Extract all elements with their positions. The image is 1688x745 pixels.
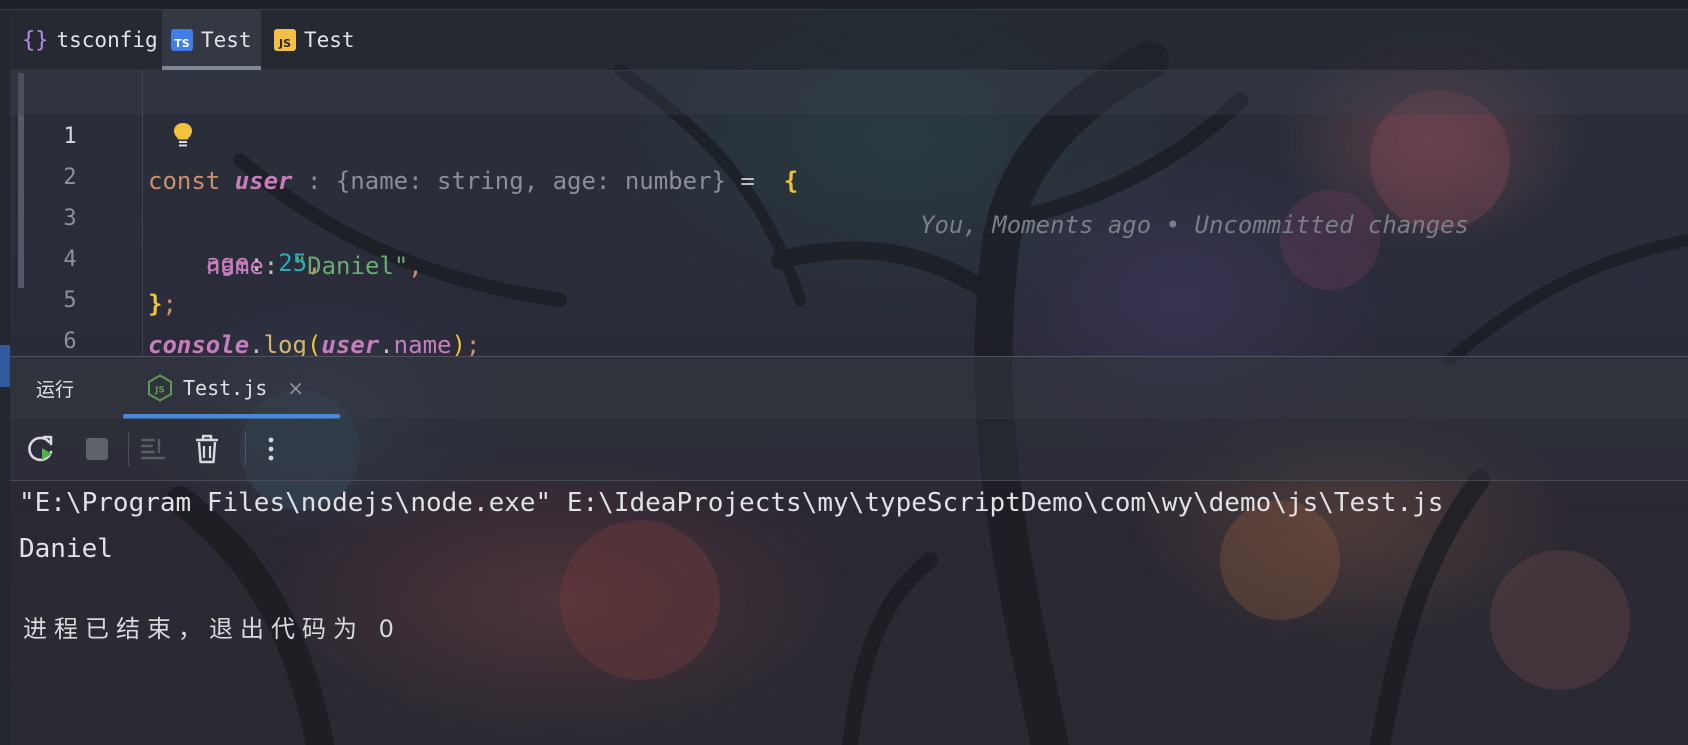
rerun-button[interactable] — [24, 432, 58, 466]
code-line-1[interactable]: 1 const user : {name: string, age: numbe… — [10, 71, 1688, 239]
tab-label: tsconfig — [56, 28, 158, 52]
svg-text:JS: JS — [154, 386, 165, 396]
restore-layout-button[interactable] — [136, 432, 170, 466]
nodejs-icon: JS — [148, 374, 172, 402]
run-toolbar — [10, 418, 1688, 481]
code-editor[interactable]: 1 const user : {name: string, age: numbe… — [10, 71, 1688, 356]
console-program-output: Daniel — [19, 534, 113, 564]
run-tab-label: Test.js — [183, 376, 268, 400]
code-line-3[interactable]: 3 age: 25, — [10, 153, 1688, 277]
console-output[interactable]: "E:\Program Files\nodejs\node.exe" E:\Id… — [10, 481, 1688, 745]
braces-icon: {} — [22, 27, 49, 53]
left-tool-strip — [0, 10, 10, 745]
tab-tsconfig[interactable]: {} tsconfig — [22, 10, 158, 70]
lightbulb-icon[interactable] — [170, 120, 196, 150]
stop-button[interactable] — [80, 432, 114, 466]
run-panel-header: 运行 JS Test.js × — [10, 356, 1688, 419]
close-icon[interactable]: × — [287, 376, 304, 400]
rerun-icon — [28, 435, 53, 462]
tab-label: Test — [304, 28, 355, 52]
window-top-border — [0, 0, 1688, 10]
console-command-line: "E:\Program Files\nodejs\node.exe" E:\Id… — [19, 488, 1444, 518]
code-line-2[interactable]: 2 name: "Daniel", — [10, 112, 1688, 280]
tab-label: Test — [201, 28, 252, 52]
js-file-icon: JS — [274, 29, 296, 51]
tab-test-ts[interactable]: TS Test — [162, 10, 261, 70]
tab-test-js[interactable]: JS Test — [274, 10, 355, 70]
ts-file-icon: TS — [171, 29, 193, 51]
trash-icon — [196, 434, 218, 464]
toolbar-separator — [128, 432, 129, 466]
editor-tab-bar: {} tsconfig TS Test JS Test — [10, 10, 1688, 71]
code-line-7[interactable]: 7 — [10, 317, 1688, 356]
clear-button[interactable] — [190, 432, 224, 466]
layout-icon — [140, 438, 166, 460]
toolbar-separator — [245, 432, 246, 466]
more-vertical-icon — [268, 437, 274, 461]
console-exit-message: 进程已结束，退出代码为 0 — [23, 615, 401, 643]
more-button[interactable] — [254, 432, 288, 466]
stop-icon — [86, 438, 108, 460]
left-strip-highlight — [0, 345, 10, 387]
code-line-4[interactable]: 4 }; — [10, 194, 1688, 318]
code-line-5[interactable]: 5 console.log(user.name); — [10, 235, 1688, 356]
code-line-6[interactable]: 6 — [10, 276, 1688, 354]
tab-run-test-js[interactable]: JS Test.js × — [115, 357, 340, 419]
run-panel-title: 运行 — [36, 378, 75, 401]
